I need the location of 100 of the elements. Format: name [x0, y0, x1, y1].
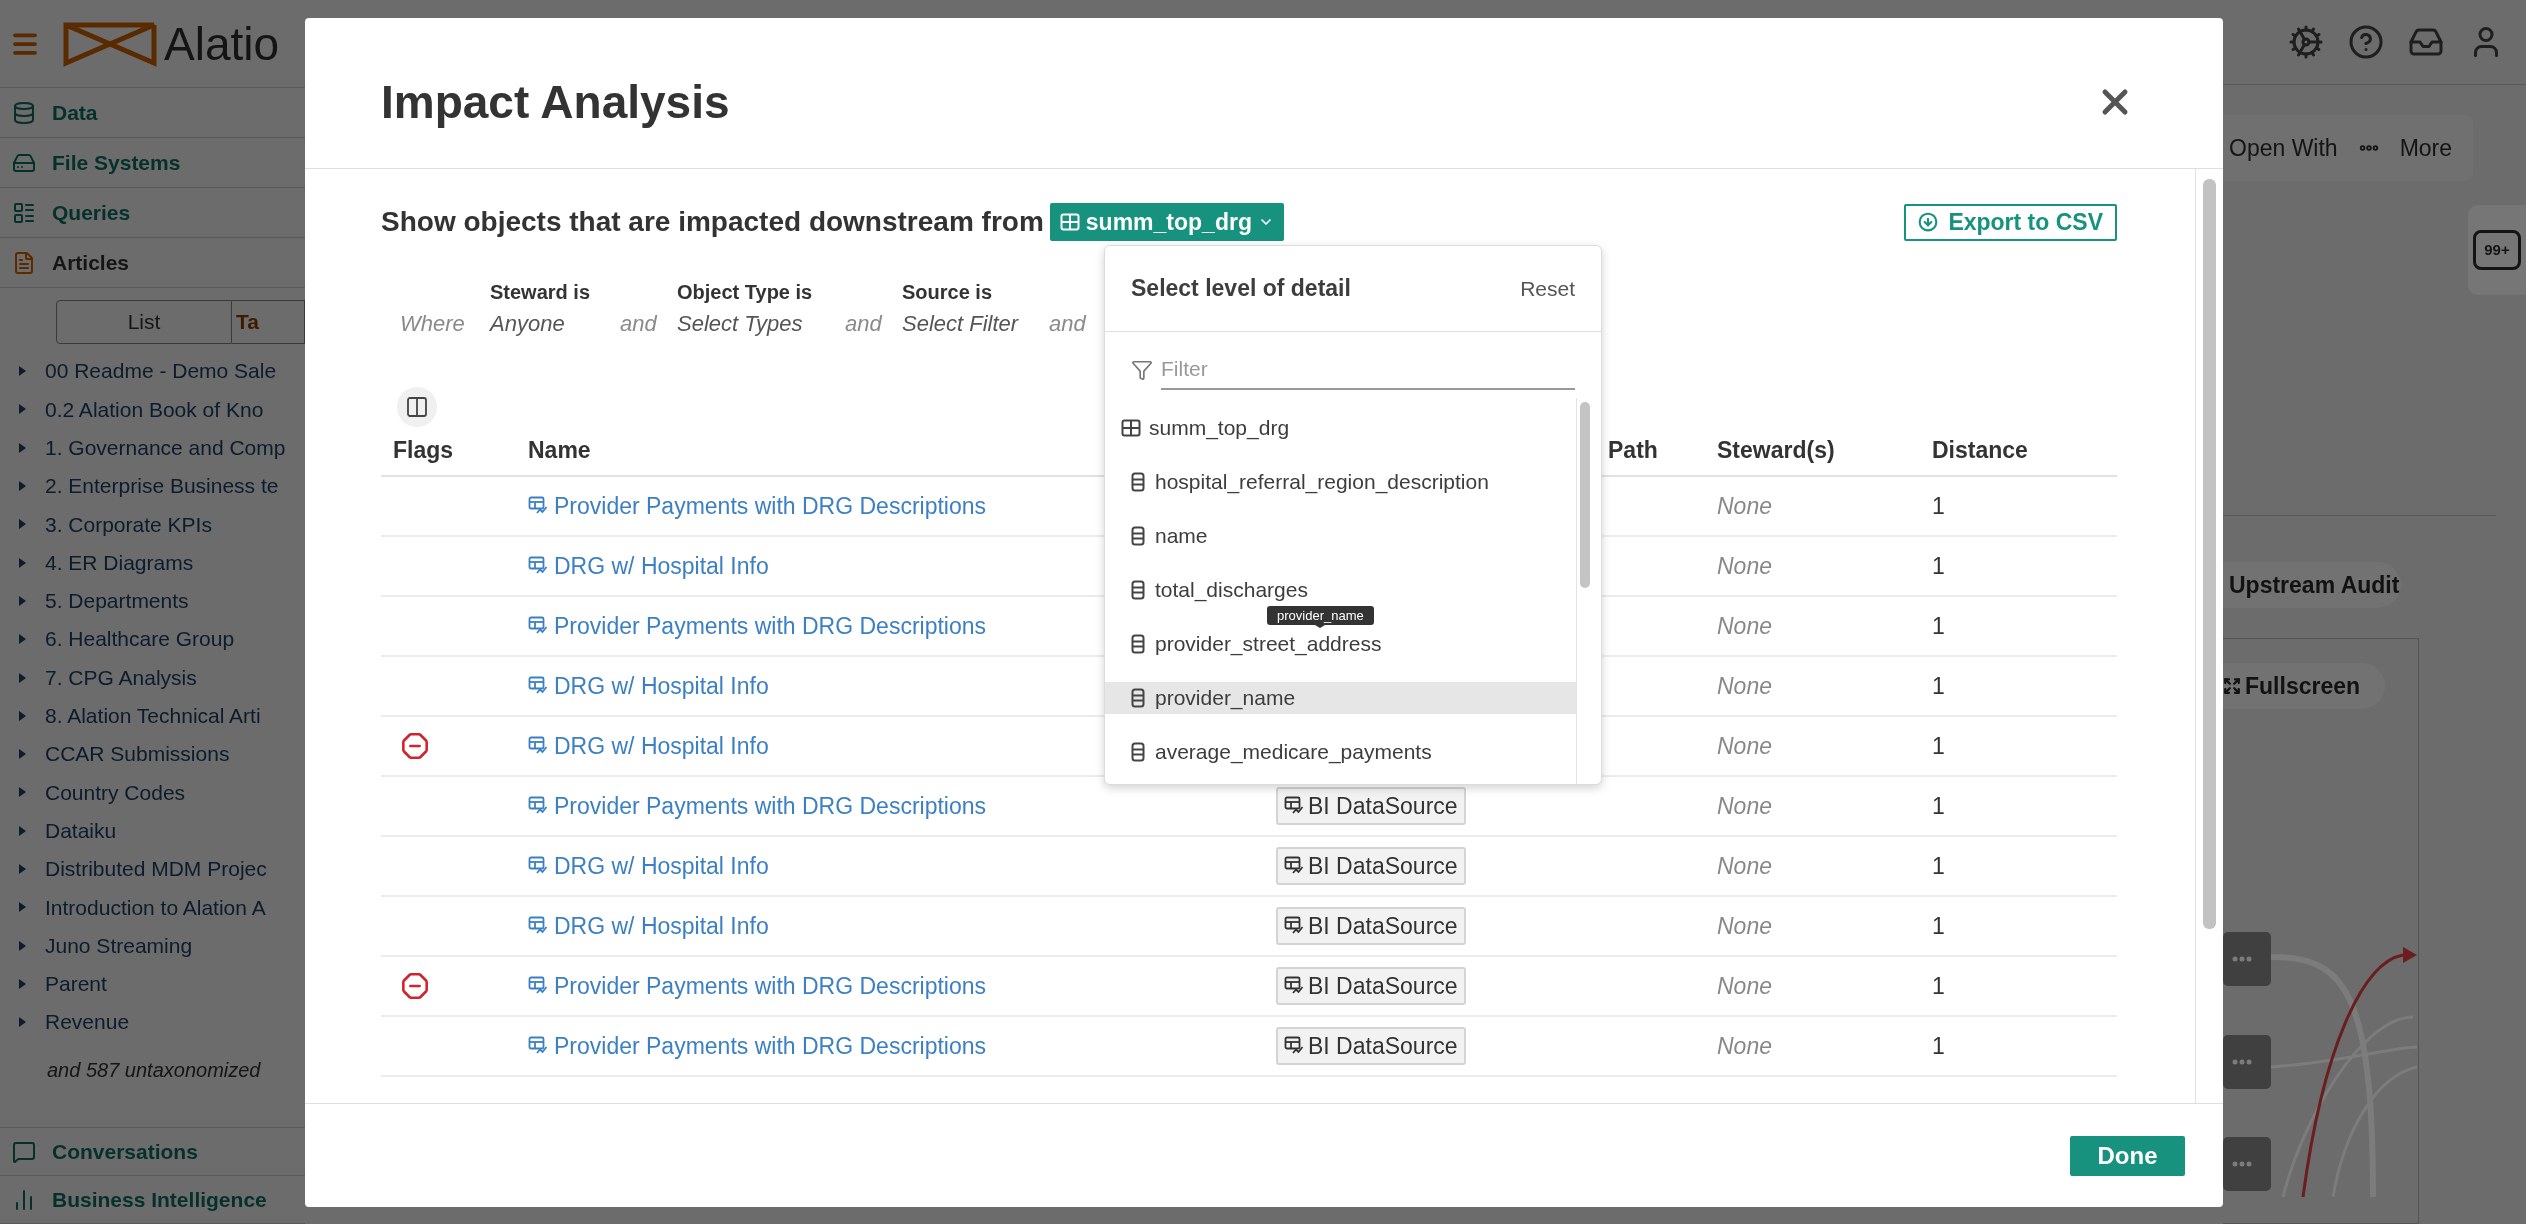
caret-icon[interactable] — [18, 709, 27, 722]
scrollbar-thumb[interactable] — [2203, 179, 2216, 929]
taxonomy-item[interactable]: 8. Alation Technical Arti — [45, 700, 261, 732]
lineage-node[interactable] — [2223, 932, 2271, 986]
datasource-icon — [1284, 916, 1304, 936]
column-header[interactable]: Flags — [393, 436, 454, 463]
source-object-button[interactable]: summ_top_drg — [1049, 203, 1284, 241]
taxonomy-item[interactable]: 4. ER Diagrams — [45, 546, 194, 579]
view-tab[interactable]: List — [56, 300, 232, 344]
distance-cell: 1 — [1932, 612, 1945, 639]
distance-cell: 1 — [1932, 492, 1945, 519]
type-tag: BI DataSource — [1276, 907, 1466, 945]
more-button[interactable]: More — [2399, 130, 2453, 166]
taxonomy-item[interactable]: Distributed MDM Projec — [45, 853, 267, 885]
done-button[interactable]: Done — [2070, 1135, 2185, 1176]
tree-item[interactable]: provider_name — [1105, 682, 1576, 714]
column-header[interactable]: Steward(s) — [1717, 436, 1835, 463]
column-header[interactable]: Distance — [1932, 436, 2028, 463]
caret-icon[interactable] — [18, 748, 27, 761]
fullscreen-button[interactable]: Fullscreen — [2223, 663, 2385, 709]
caret-icon[interactable] — [18, 786, 27, 799]
lineage-node[interactable] — [2223, 1035, 2271, 1089]
filter-value[interactable]: Anyone — [490, 307, 620, 341]
taxonomy-item[interactable]: Dataiku — [45, 814, 117, 847]
caret-icon[interactable] — [18, 824, 27, 837]
taxonomy-item[interactable]: 1. Governance and Comp — [45, 432, 286, 464]
datasource-icon — [528, 736, 548, 756]
caret-icon[interactable] — [18, 365, 27, 378]
filter-field[interactable]: Filter — [1161, 350, 1575, 390]
sidebar-nav-item[interactable]: Data — [52, 96, 98, 129]
datasource-icon — [528, 796, 548, 816]
reset-button[interactable]: Reset — [1520, 272, 1575, 305]
object-link[interactable]: Provider Payments with DRG Descriptions — [554, 788, 987, 824]
distance-cell: 1 — [1932, 792, 1945, 819]
taxonomy-item[interactable]: Introduction to Alation A — [45, 891, 266, 924]
taxonomy-item[interactable]: Revenue — [45, 1006, 130, 1038]
sidebar-nav-item[interactable]: File Systems — [52, 146, 181, 179]
taxonomy-item[interactable]: Juno Streaming — [45, 929, 193, 962]
sidebar-nav-item[interactable]: Articles — [52, 246, 130, 279]
object-link[interactable]: DRG w/ Hospital Info — [554, 548, 769, 584]
filter-value[interactable]: Select Types — [677, 307, 845, 341]
caret-icon[interactable] — [18, 1016, 27, 1029]
object-link[interactable]: DRG w/ Hospital Info — [554, 728, 769, 764]
sidebar-nav-item[interactable]: Business Intelligence — [52, 1183, 267, 1216]
taxonomy-item[interactable]: 5. Departments — [45, 585, 189, 617]
caret-icon[interactable] — [18, 901, 27, 914]
datasource-icon — [1284, 976, 1304, 996]
taxonomy-item[interactable]: 3. Corporate KPIs — [45, 508, 212, 541]
object-link[interactable]: DRG w/ Hospital Info — [554, 908, 769, 944]
object-link[interactable]: Provider Payments with DRG Descriptions — [554, 968, 987, 1004]
taxonomy-item[interactable]: 0.2 Alation Book of Kno — [45, 393, 264, 426]
object-link[interactable]: Provider Payments with DRG Descriptions — [554, 608, 987, 644]
caret-icon[interactable] — [18, 671, 27, 684]
columns-icon — [405, 395, 429, 419]
column-header[interactable]: Name — [528, 436, 591, 463]
caret-icon[interactable] — [18, 518, 27, 531]
taxonomy-item[interactable]: CCAR Submissions — [45, 738, 230, 770]
taxonomy-item[interactable]: 7. CPG Analysis — [45, 661, 197, 694]
datasource-icon — [528, 676, 548, 696]
distance-cell: 1 — [1932, 972, 1945, 999]
sidebar-nav-item[interactable]: Conversations — [52, 1135, 198, 1168]
distance-cell: 1 — [1932, 552, 1945, 579]
object-link[interactable]: Provider Payments with DRG Descriptions — [554, 1028, 987, 1064]
steward-cell: None — [1717, 852, 1772, 879]
taxonomy-item[interactable]: Country Codes — [45, 776, 186, 809]
distance-cell: 1 — [1932, 732, 1945, 759]
caret-icon[interactable] — [18, 594, 27, 607]
steward-cell: None — [1717, 732, 1772, 759]
caret-icon[interactable] — [18, 441, 27, 454]
scrollbar-thumb[interactable] — [1579, 402, 1590, 588]
table-icon — [1059, 212, 1080, 232]
caret-icon[interactable] — [18, 977, 27, 990]
datasource-icon — [528, 496, 548, 516]
datasource-icon — [1284, 796, 1304, 816]
column-toggle-button[interactable] — [397, 387, 437, 427]
caret-icon[interactable] — [18, 403, 27, 416]
help-icon[interactable] — [2348, 24, 2384, 60]
object-link[interactable]: DRG w/ Hospital Info — [554, 668, 769, 704]
lineage-node[interactable] — [2223, 1137, 2271, 1191]
datasource-icon — [528, 1036, 548, 1056]
object-link[interactable]: DRG w/ Hospital Info — [554, 848, 769, 884]
caret-icon[interactable] — [18, 480, 27, 493]
datasource-icon — [528, 856, 548, 876]
taxonomy-item[interactable]: 00 Readme - Demo Sale — [45, 355, 277, 387]
caret-icon[interactable] — [18, 556, 27, 569]
open-with-button[interactable]: Open With — [2229, 130, 2338, 166]
filter-value[interactable]: Select Filter — [902, 307, 1049, 341]
taxonomy-item[interactable]: Parent — [45, 968, 107, 1000]
export-csv-button[interactable]: Export to CSV — [1904, 203, 2117, 241]
object-link[interactable]: Provider Payments with DRG Descriptions — [554, 488, 987, 524]
column-header[interactable]: Path — [1608, 436, 1658, 463]
type-tag: BI DataSource — [1276, 787, 1466, 825]
caret-icon[interactable] — [18, 863, 27, 875]
comments-tab[interactable]: 99+ — [2468, 205, 2526, 295]
taxonomy-item[interactable]: 2. Enterprise Business te — [45, 470, 279, 502]
settings-icon[interactable] — [2288, 24, 2324, 60]
sidebar-nav-item[interactable]: Queries — [52, 196, 131, 229]
caret-icon[interactable] — [18, 633, 27, 646]
taxonomy-item[interactable]: 6. Healthcare Group — [45, 623, 235, 655]
caret-icon[interactable] — [18, 939, 27, 952]
